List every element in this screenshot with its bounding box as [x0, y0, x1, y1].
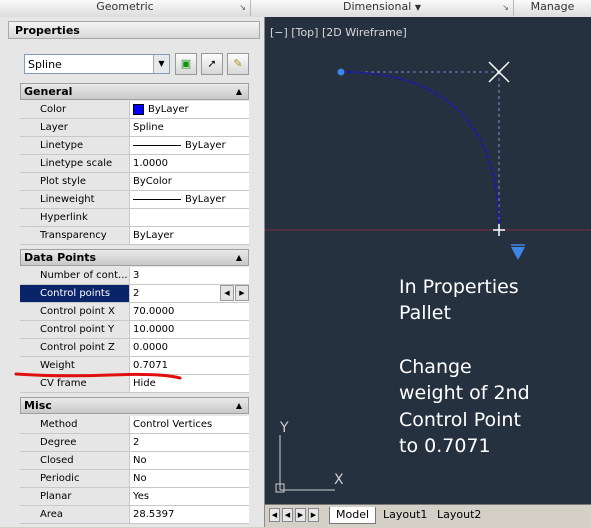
- instruction-line-1: In Properties: [399, 276, 519, 298]
- ucs-x-label: X: [334, 472, 344, 488]
- layout-tab-bar: ◀ ◀ ▶ ▶ Model Layout1 Layout2: [265, 504, 591, 528]
- ucs-y-label: Y: [280, 420, 289, 436]
- panel-expand-icon[interactable]: ↘: [239, 1, 246, 15]
- instruction-line-3: Change: [399, 356, 472, 378]
- tab-layout2[interactable]: Layout2: [431, 507, 487, 524]
- ribbon-panel-label: Dimensional: [343, 0, 412, 13]
- tab-model[interactable]: Model: [329, 507, 377, 524]
- spline-curve: [340, 71, 500, 231]
- tab-layout1[interactable]: Layout1: [377, 507, 433, 524]
- previous-tab-icon[interactable]: ◀: [282, 508, 293, 522]
- last-tab-icon[interactable]: ▶: [308, 508, 319, 522]
- next-tab-icon[interactable]: ▶: [295, 508, 306, 522]
- ucs-icon: [275, 435, 335, 493]
- control-point-grip-1: [337, 68, 345, 76]
- ribbon-panel-dimensional[interactable]: Dimensional ▼ ↘: [251, 0, 514, 16]
- instruction-line-5: Control Point: [399, 409, 521, 431]
- instruction-line-2: Pallet: [399, 302, 451, 324]
- panel-expand-icon[interactable]: ↘: [502, 1, 509, 15]
- drawing-canvas[interactable]: [−] [Top] [2D Wireframe] Y X In Properti…: [265, 17, 591, 504]
- ribbon-panel-label: Manage: [530, 0, 575, 13]
- control-point-grip-3: [493, 224, 505, 236]
- ribbon-panel-label: Geometric: [96, 0, 154, 13]
- annotation-underline: [14, 372, 182, 380]
- ribbon-panel-manage[interactable]: Manage: [514, 0, 591, 16]
- ribbon-panel-bar: Geometric ↘ Dimensional ▼ ↘ Manage: [0, 0, 591, 18]
- ribbon-panel-geometric[interactable]: Geometric ↘: [0, 0, 251, 16]
- first-tab-icon[interactable]: ◀: [269, 508, 280, 522]
- instruction-line-4: weight of 2nd: [399, 382, 530, 404]
- grip-menu-triangle-icon: [511, 247, 525, 260]
- chevron-down-icon[interactable]: ▼: [415, 3, 421, 12]
- instruction-line-6: to 0.7071: [399, 435, 491, 457]
- properties-palette: Properties Spline ▼ ▣ ➚ ✎ General ▲ Colo…: [0, 17, 265, 527]
